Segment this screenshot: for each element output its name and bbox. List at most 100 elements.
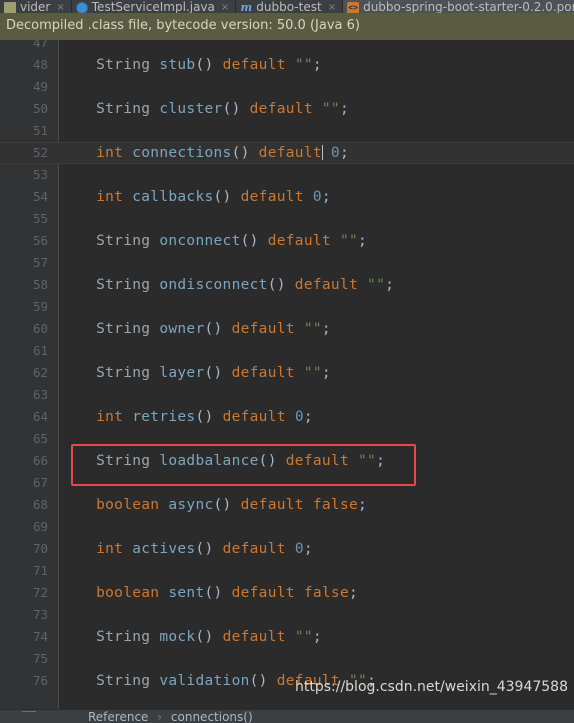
code-token: () — [231, 145, 250, 161]
tab-close-icon[interactable]: × — [56, 1, 64, 13]
line-number: 59 — [32, 299, 48, 314]
code-token: String — [96, 365, 151, 381]
code-line[interactable]: 53 — [0, 164, 574, 186]
code-token: cluster — [159, 101, 223, 117]
code-token: default — [249, 101, 313, 117]
line-number: 55 — [32, 211, 48, 226]
code-token: () — [249, 673, 268, 689]
tab-close-icon[interactable]: × — [221, 1, 229, 13]
code-token: () — [213, 497, 232, 513]
tab-dubbo-spring-boot-starter-pom[interactable]: <> dubbo-spring-boot-starter-0.2.0.pom — [343, 0, 574, 13]
code-token: () — [195, 541, 214, 557]
code-token: String — [96, 673, 151, 689]
code-line[interactable]: 71 — [0, 560, 574, 582]
line-number: 48 — [32, 57, 48, 72]
code-line[interactable]: 55 — [0, 208, 574, 230]
code-token: "" — [339, 233, 359, 249]
code-token: "" — [303, 365, 322, 381]
code-token: default — [222, 629, 286, 645]
code-line[interactable]: 59 — [0, 296, 574, 318]
line-number: 54 — [32, 189, 48, 204]
code-line[interactable]: 70 int actives() default 0; — [0, 538, 574, 560]
code-line[interactable]: 64 int retries() default 0; — [0, 406, 574, 428]
code-line[interactable]: 67 — [0, 472, 574, 494]
code-line[interactable]: 68 boolean async() default false; — [0, 494, 574, 516]
line-number: 51 — [32, 123, 48, 138]
code-line[interactable]: 61 — [0, 340, 574, 362]
tab-dubbo-test[interactable]: m dubbo-test × — [236, 0, 342, 14]
code-line[interactable]: 50 String cluster() default ""; — [0, 98, 574, 120]
code-line[interactable]: 49 — [0, 76, 574, 98]
code-token: sent — [168, 585, 205, 601]
code-line[interactable]: 51 — [0, 120, 574, 142]
code-line[interactable]: 57 — [0, 252, 574, 274]
line-number: 56 — [32, 233, 48, 248]
code-text: boolean sent() default false; — [60, 582, 358, 604]
code-text: int connections() default 0; — [60, 142, 349, 164]
line-number: 60 — [32, 321, 48, 336]
line-number: 74 — [32, 629, 48, 644]
code-token: ; — [321, 321, 331, 337]
code-text: String owner() default ""; — [60, 318, 331, 340]
code-line[interactable]: 58 String ondisconnect() default ""; — [0, 274, 574, 296]
tab-label: dubbo-spring-boot-starter-0.2.0.pom — [363, 0, 574, 14]
code-line[interactable]: 65 — [0, 428, 574, 450]
decompiled-class-banner: Decompiled .class file, bytecode version… — [0, 13, 574, 40]
code-token: int — [96, 189, 124, 205]
code-token: "" — [367, 277, 386, 293]
code-token: String — [96, 233, 151, 249]
line-number: 67 — [32, 475, 48, 490]
breadcrumb-item-connections[interactable]: connections() — [171, 710, 253, 723]
divider — [22, 711, 36, 712]
code-line[interactable]: 52 int connections() default 0; — [0, 142, 574, 164]
code-line[interactable]: 60 String owner() default ""; — [0, 318, 574, 340]
tab-provider[interactable]: vider × — [0, 0, 71, 13]
tab-testserviceimpl-java[interactable]: TestServiceImpl.java × — [72, 0, 236, 13]
code-text: int actives() default 0; — [60, 538, 313, 560]
breadcrumb-item-reference[interactable]: Reference — [88, 710, 148, 723]
code-line[interactable]: 62 String layer() default ""; — [0, 362, 574, 384]
code-token: default — [222, 541, 286, 557]
code-token: boolean — [96, 585, 160, 601]
tab-close-icon[interactable]: × — [328, 1, 336, 13]
code-line[interactable]: 48 String stub() default ""; — [0, 54, 574, 76]
java-class-icon — [75, 2, 88, 13]
code-editor[interactable]: 47 48 String stub() default ""; 49 50 Strin… — [0, 40, 574, 709]
code-line[interactable]: 74 String mock() default ""; — [0, 626, 574, 648]
code-line[interactable]: 56 String onconnect() default ""; — [0, 230, 574, 252]
code-line[interactable]: 47 — [0, 40, 574, 54]
code-line[interactable]: 69 — [0, 516, 574, 538]
code-line[interactable]: 54 int callbacks() default 0; — [0, 186, 574, 208]
code-line[interactable]: 72 boolean sent() default false; — [0, 582, 574, 604]
code-token: ; — [321, 189, 331, 205]
code-token: default — [294, 277, 359, 293]
code-line[interactable]: 63 — [0, 384, 574, 406]
code-line[interactable]: 73 — [0, 604, 574, 626]
code-token: callbacks — [132, 189, 214, 205]
code-line[interactable]: 75 — [0, 648, 574, 670]
code-token: default — [222, 409, 286, 425]
code-token: onconnect — [159, 233, 241, 249]
code-line[interactable]: 66 String loadbalance() default ""; — [0, 450, 574, 472]
